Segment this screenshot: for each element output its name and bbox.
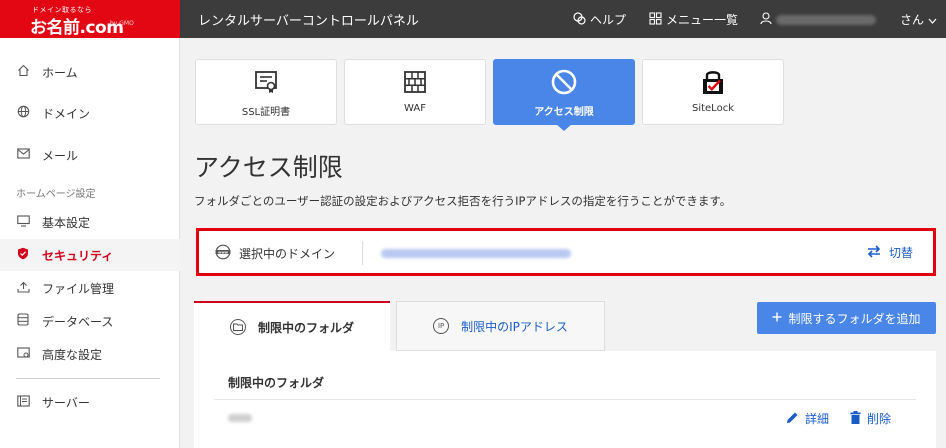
user-menu[interactable]: さん (760, 11, 937, 28)
sidebar-item-label: ドメイン (42, 106, 91, 121)
add-restricted-folder-button[interactable]: 制限するフォルダを追加 (757, 302, 936, 334)
tab-label: 制限中のフォルダ (257, 320, 354, 335)
tab-restricted-folders[interactable]: 制限中のフォルダ (194, 301, 390, 351)
app-title: レンタルサーバーコントロールパネル (198, 14, 419, 29)
database-icon (16, 313, 30, 329)
tile-label: アクセス制限 (534, 107, 594, 118)
sidebar-item-server[interactable]: サーバー (0, 386, 180, 418)
divider (362, 241, 363, 265)
sidebar-item-home[interactable]: ホーム (0, 56, 180, 88)
sidebar-item-database[interactable]: データベース (0, 305, 180, 337)
mail-icon (16, 148, 30, 162)
sidebar-divider (16, 378, 160, 379)
tile-label: SiteLock (691, 103, 734, 114)
certificate-icon (196, 68, 336, 96)
sidebar-item-label: 高度な設定 (42, 347, 103, 362)
user-icon (760, 11, 772, 28)
details-button[interactable]: 詳細 (786, 410, 829, 427)
sidebar-item-label: セキュリティ (42, 248, 114, 263)
settings-window-icon (16, 346, 30, 362)
www-globe-icon: www (215, 244, 231, 263)
delete-button[interactable]: 削除 (850, 410, 891, 427)
firewall-icon (345, 68, 485, 96)
plus-icon (772, 311, 782, 325)
svg-text:www: www (218, 250, 229, 254)
grid-icon (649, 11, 662, 28)
sidebar-item-label: ファイル管理 (42, 281, 115, 296)
tile-label: WAF (404, 103, 426, 114)
sidebar-item-label: メール (42, 148, 79, 163)
switch-domain-button[interactable]: 切替 (867, 244, 913, 261)
shield-icon (16, 247, 30, 263)
help-label: ヘルプ (590, 13, 627, 27)
chevron-down-icon (928, 13, 937, 27)
sidebar-item-security[interactable]: セキュリティ (0, 239, 180, 271)
sidebar-section-homepage-settings: ホームページ設定 (16, 189, 96, 200)
pencil-icon (786, 411, 799, 427)
user-name-redacted (776, 14, 876, 25)
help-icon (573, 11, 586, 28)
sidebar-item-label: ホーム (42, 65, 78, 80)
ip-icon: IP (433, 318, 450, 334)
sidebar-item-label: サーバー (42, 395, 90, 410)
user-suffix: さん (900, 13, 925, 27)
brand-logo[interactable]: ドメイン取るなら お名前.com by GMO (0, 0, 180, 38)
tile-label: SSL証明書 (241, 107, 291, 118)
restricted-folders-panel: 制限中のフォルダ 詳細 削除 (194, 351, 936, 448)
tile-waf[interactable]: WAF (344, 59, 486, 125)
monitor-icon (16, 214, 30, 230)
trash-icon (850, 410, 861, 427)
delete-label: 削除 (867, 412, 892, 426)
sidebar-item-mail[interactable]: メール (0, 139, 180, 171)
page-title: アクセス制限 (194, 153, 343, 182)
sidebar-item-domain[interactable]: ドメイン (0, 97, 180, 129)
selected-domain-box: www 選択中のドメイン 切替 (196, 228, 936, 276)
folder-icon (229, 319, 246, 335)
sidebar-item-basic-settings[interactable]: 基本設定 (0, 206, 180, 238)
upload-icon (16, 281, 30, 296)
menu-label: メニュー一覧 (666, 13, 739, 27)
sidebar-item-advanced-settings[interactable]: 高度な設定 (0, 338, 180, 370)
home-icon (16, 64, 30, 80)
switch-label: 切替 (888, 246, 913, 260)
divider (214, 399, 916, 400)
page-description: フォルダごとのユーザー認証の設定およびアクセス拒否を行うIPアドレスの指定を行う… (194, 194, 732, 208)
selected-domain-label: 選択中のドメイン (239, 247, 336, 261)
brand-by: by GMO (110, 20, 134, 27)
folder-name-redacted (228, 414, 252, 422)
top-bar: ドメイン取るなら お名前.com by GMO レンタルサーバーコントロールパネ… (0, 0, 946, 38)
selected-domain-label-group: www 選択中のドメイン (215, 244, 335, 263)
swap-arrows-icon (867, 244, 881, 261)
details-label: 詳細 (805, 412, 830, 426)
selected-domain-value-redacted (381, 249, 571, 258)
lock-check-icon (643, 68, 783, 96)
prohibited-icon (494, 68, 634, 96)
sidebar: ホーム ドメイン メール ホームページ設定 基本設定 セキュリティ ファイル管理 (0, 38, 180, 448)
sidebar-item-label: 基本設定 (42, 215, 91, 230)
sidebar-item-file-management[interactable]: ファイル管理 (0, 272, 180, 304)
sidebar-item-label: データベース (42, 314, 114, 329)
help-link[interactable]: ヘルプ (573, 11, 626, 28)
tile-ssl-certificate[interactable]: SSL証明書 (195, 59, 337, 125)
menu-list-link[interactable]: メニュー一覧 (649, 11, 738, 28)
tab-label: 制限中のIPアドレス (461, 319, 568, 334)
tab-restricted-ip[interactable]: IP 制限中のIPアドレス (396, 301, 605, 351)
add-button-label: 制限するフォルダを追加 (788, 311, 921, 326)
globe-icon (16, 105, 30, 121)
tile-access-restriction[interactable]: アクセス制限 (493, 59, 635, 131)
panel-heading: 制限中のフォルダ (228, 376, 325, 390)
tile-sitelock[interactable]: SiteLock (642, 59, 784, 125)
server-icon (16, 394, 30, 410)
